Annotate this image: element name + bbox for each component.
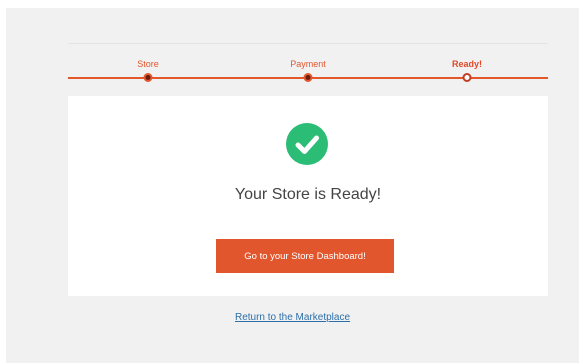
step-dot-ready	[462, 73, 472, 82]
confirmation-card: Your Store is Ready! Go to your Store Da…	[68, 96, 548, 296]
step-label-ready: Ready!	[451, 59, 483, 69]
top-divider	[68, 43, 548, 44]
return-to-marketplace-link[interactable]: Return to the Marketplace	[235, 312, 350, 323]
step-dot-store	[143, 73, 153, 82]
checkmark-circle-icon	[286, 123, 328, 165]
store-dashboard-button[interactable]: Go to your Store Dashboard!	[216, 239, 394, 273]
marketplace-link-container: Return to the Marketplace	[6, 312, 579, 323]
step-dot-payment	[303, 73, 313, 82]
step-label-store: Store	[137, 59, 159, 69]
ready-title: Your Store is Ready!	[234, 186, 382, 203]
step-label-payment: Payment	[290, 59, 326, 69]
page-background: Store Payment Ready! Your Store is Ready…	[6, 8, 579, 363]
